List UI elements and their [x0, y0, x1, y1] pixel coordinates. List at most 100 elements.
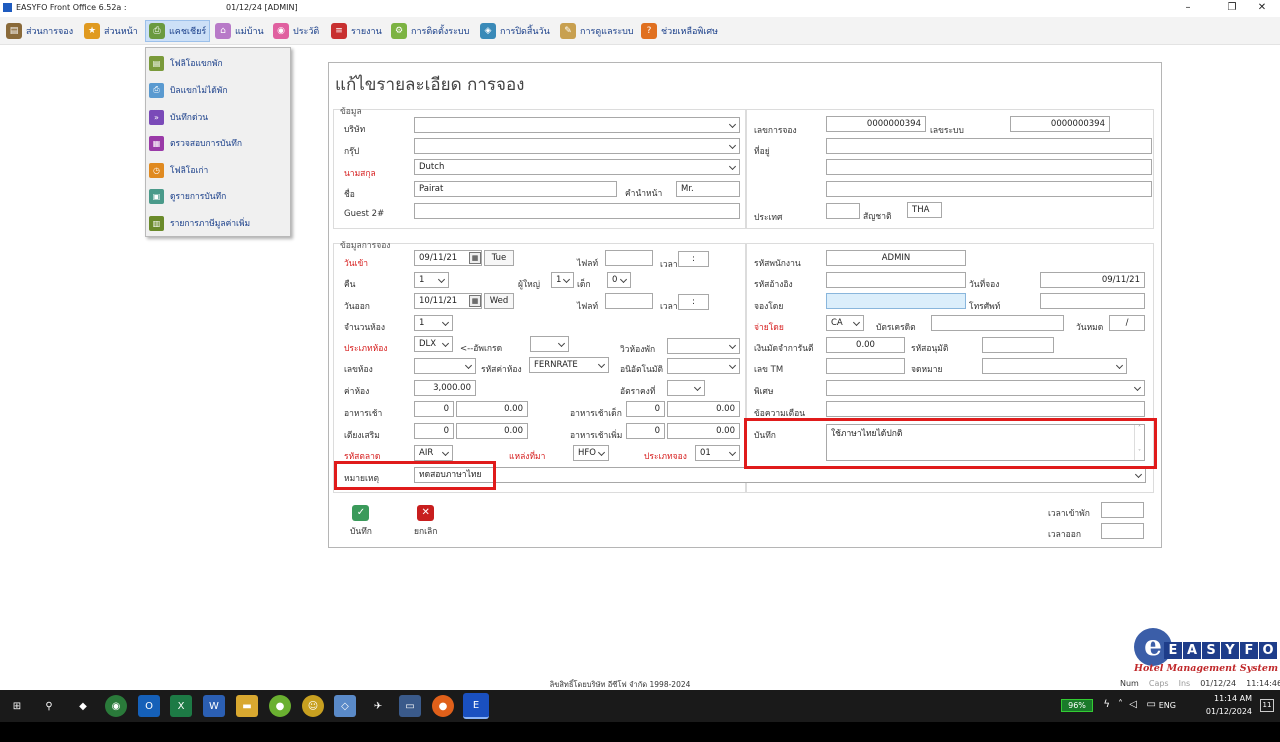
country-input[interactable]	[826, 203, 860, 219]
time-out-input[interactable]: :	[678, 294, 709, 310]
battery-indicator[interactable]: 96%	[1061, 699, 1093, 712]
guest2-input[interactable]	[414, 203, 740, 219]
staff-input[interactable]: ADMIN	[826, 250, 966, 266]
extrabed-qty-input[interactable]: 0	[414, 423, 454, 439]
dropdown-item-non-guest-bill[interactable]: ⎙ บิลแขกไม่ได้พัก	[149, 80, 287, 100]
company-select[interactable]	[414, 117, 740, 133]
ref-input[interactable]	[826, 272, 966, 288]
dropdown-item-vat-list[interactable]: ▥ รายการภาษีมูลค่าเพิ่ม	[149, 213, 287, 233]
menu-help[interactable]: ? ช่วยเหลือพิเศษ	[638, 20, 721, 42]
chevron-up-icon[interactable]: ˄	[1118, 699, 1123, 710]
group-select[interactable]	[414, 138, 740, 154]
close-button[interactable]: ✕	[1244, 0, 1280, 16]
breakfast-qty-input[interactable]: 0	[414, 401, 454, 417]
time-in-input[interactable]: :	[678, 251, 709, 267]
flight-in-input[interactable]	[605, 250, 653, 266]
language-indicator[interactable]: ENG	[1159, 701, 1176, 710]
children-select[interactable]: 0	[607, 272, 631, 288]
system-no-input[interactable]: 0000000394	[1010, 116, 1110, 132]
chrome-icon[interactable]: ◉	[105, 695, 127, 717]
address-line2-input[interactable]	[826, 159, 1152, 175]
card-input[interactable]	[931, 315, 1064, 331]
word-icon[interactable]: W	[203, 695, 225, 717]
special-select[interactable]	[826, 380, 1145, 396]
roomno-select[interactable]	[414, 358, 476, 374]
minimize-button[interactable]: –	[1170, 0, 1206, 16]
checkin-time-input[interactable]	[1101, 502, 1144, 518]
breakfast-amount-input[interactable]: 0.00	[456, 401, 528, 417]
address-line3-input[interactable]	[826, 181, 1152, 197]
extrabed-amount-input[interactable]: 0.00	[456, 423, 528, 439]
rate-input[interactable]: 3,000.00	[414, 380, 476, 396]
bktype-select[interactable]: 01	[695, 445, 740, 461]
expiry-input[interactable]: /	[1109, 315, 1145, 331]
calendar-icon[interactable]: ▦	[469, 252, 481, 264]
menu-front[interactable]: ★ ส่วนหน้า	[81, 20, 141, 42]
rooms-select[interactable]: 1	[414, 315, 453, 331]
folder-icon[interactable]: ▬	[236, 695, 258, 717]
extra-breakfast-qty-input[interactable]: 0	[626, 423, 665, 439]
flight-out-input[interactable]	[605, 293, 653, 309]
prefix-input[interactable]: Mr.	[676, 181, 740, 197]
bookby-input[interactable]	[826, 293, 966, 309]
search-icon[interactable]: ⚲	[38, 695, 60, 717]
menu-reservation[interactable]: ▤ ส่วนการจอง	[3, 20, 76, 42]
menu-endofday[interactable]: ◈ การปิดสิ้นวัน	[477, 20, 553, 42]
menu-admin[interactable]: ✎ การดูแลระบบ	[557, 20, 637, 42]
fixedrate-select[interactable]	[667, 380, 705, 396]
auto-select[interactable]	[667, 358, 740, 374]
app-green-icon[interactable]: ●	[269, 695, 291, 717]
alert-input[interactable]	[826, 401, 1145, 417]
firefox-icon[interactable]: ●	[432, 695, 454, 717]
extra-breakfast-amount-input[interactable]: 0.00	[667, 423, 740, 439]
phone-input[interactable]	[1040, 293, 1145, 309]
checkout-time-input[interactable]	[1101, 523, 1144, 539]
market-select[interactable]: AIR	[414, 445, 453, 461]
booking-no-input[interactable]: 0000000394	[826, 116, 926, 132]
letter-select[interactable]	[982, 358, 1127, 374]
dropdown-item-quick-post[interactable]: » บันทึกด่วน	[149, 107, 287, 127]
volume-icon[interactable]: ◁	[1129, 699, 1137, 710]
name-input[interactable]: Pairat	[414, 181, 617, 197]
source-select[interactable]: HFO	[573, 445, 609, 461]
upgrade-select[interactable]	[530, 336, 569, 352]
save-button[interactable]: ✓ บันทึก	[350, 505, 372, 538]
adults-select[interactable]: 1	[551, 272, 574, 288]
deposit-input[interactable]: 0.00	[826, 337, 905, 353]
remark-select[interactable]: ทดสอบภาษาไทย	[414, 467, 1146, 483]
payby-select[interactable]: CA	[826, 315, 864, 331]
windows-start-icon[interactable]: ⊞	[6, 695, 28, 717]
easyfo-taskbar-icon[interactable]: E	[463, 693, 489, 719]
dropdown-item-old-folio[interactable]: ◷ โฟลิโอเก่า	[149, 160, 287, 180]
surname-select[interactable]: Dutch	[414, 159, 740, 175]
address-line1-input[interactable]	[826, 138, 1152, 154]
cancel-button[interactable]: ✕ ยกเลิก	[414, 505, 437, 538]
menu-housekeeping[interactable]: ⌂ แม่บ้าน	[212, 20, 267, 42]
roomtype-select[interactable]: DLX	[414, 336, 453, 352]
menu-report[interactable]: ≡ รายงาน	[328, 20, 385, 42]
network-icon[interactable]: ▭	[1147, 699, 1156, 710]
tool-icon[interactable]: ◆	[72, 695, 94, 717]
calendar-icon[interactable]: ▦	[469, 295, 481, 307]
dropdown-item-view-posts[interactable]: ▣ ดูรายการบันทึก	[149, 186, 287, 206]
outlook-icon[interactable]: O	[138, 695, 160, 717]
excel-icon[interactable]: X	[170, 695, 192, 717]
nationality-input[interactable]: THA	[907, 202, 942, 218]
menu-setup[interactable]: ⚙ การติดตั้งระบบ	[388, 20, 472, 42]
app-tool-icon[interactable]: ✈	[367, 695, 389, 717]
menu-cashier[interactable]: ⎙ แคชเชียร์	[145, 20, 211, 42]
child-breakfast-qty-input[interactable]: 0	[626, 401, 665, 417]
view-select[interactable]	[667, 338, 740, 354]
nights-select[interactable]: 1	[414, 272, 449, 288]
clock[interactable]: 11:14 AM 01/12/2024	[1192, 694, 1252, 716]
approve-input[interactable]	[982, 337, 1054, 353]
dropdown-item-guest-folio[interactable]: ▤ โฟลิโอแขกพัก	[149, 53, 287, 73]
child-breakfast-amount-input[interactable]: 0.00	[667, 401, 740, 417]
power-icon[interactable]: ϟ	[1103, 699, 1110, 710]
bookdate-input[interactable]: 09/11/21	[1040, 272, 1145, 288]
app-monitor-icon[interactable]: ▭	[399, 695, 421, 717]
app-yellow-icon[interactable]: ☺	[302, 695, 324, 717]
tm-input[interactable]	[826, 358, 905, 374]
dropdown-item-audit-post[interactable]: ▦ ตรวจสอบการบันทึก	[149, 133, 287, 153]
notification-icon[interactable]: 11	[1260, 699, 1274, 712]
